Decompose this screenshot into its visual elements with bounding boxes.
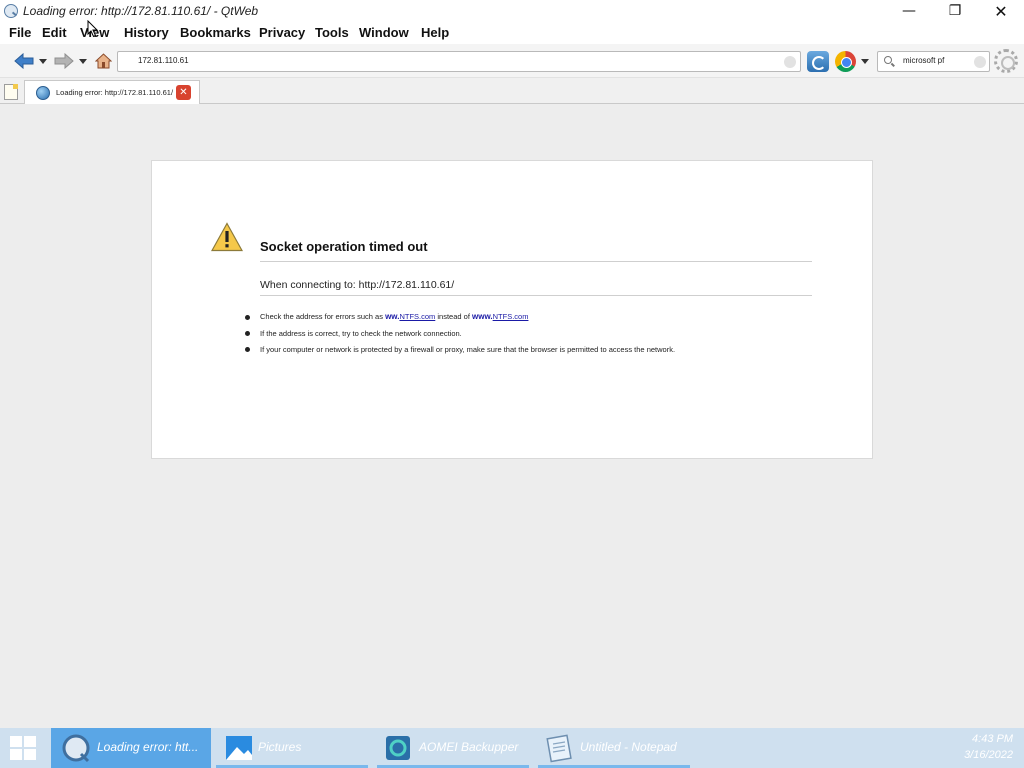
taskbar-label: AOMEI Backupper	[419, 740, 519, 754]
bullet	[245, 331, 250, 336]
example-link-wrong[interactable]: NTFS.com	[399, 312, 435, 321]
tip-check-address: Check the address for errors such as ww.…	[260, 312, 529, 321]
bullet	[245, 347, 250, 352]
reload-icon[interactable]	[807, 51, 829, 72]
window-title: Loading error: http://172.81.110.61/ - Q…	[23, 4, 259, 18]
menu-window[interactable]: Window	[359, 25, 409, 40]
address-bar[interactable]: 172.81.110.61	[117, 51, 801, 72]
back-arrow-icon[interactable]	[14, 53, 34, 69]
menu-tools[interactable]: Tools	[315, 25, 349, 40]
tip-firewall: If your computer or network is protected…	[260, 345, 676, 354]
taskbar-item-notepad[interactable]: Untitled - Notepad	[538, 728, 690, 768]
taskbar-item-pictures[interactable]: Pictures	[216, 728, 368, 768]
error-title: Socket operation timed out	[260, 239, 428, 254]
maximize-button[interactable]: ❐	[932, 0, 978, 22]
forward-history-dropdown-icon[interactable]	[79, 59, 87, 64]
error-connecting-text: When connecting to: http://172.81.110.61…	[260, 279, 455, 291]
qtweb-icon	[62, 734, 90, 763]
pictures-folder-icon	[226, 736, 252, 760]
qtweb-app-icon[interactable]	[4, 4, 18, 18]
address-text: 172.81.110.61	[138, 56, 189, 65]
tab-close-icon[interactable]: ✕	[176, 85, 191, 100]
search-box[interactable]: microsoft pf	[877, 51, 990, 72]
settings-gear-icon[interactable]	[994, 49, 1018, 73]
aomei-backupper-icon	[386, 736, 410, 760]
windows-start-icon[interactable]	[10, 736, 37, 760]
example-link-correct[interactable]: NTFS.com	[493, 312, 529, 321]
close-window-button[interactable]: ✕	[978, 0, 1024, 22]
menu-history[interactable]: History	[124, 25, 169, 40]
menu-help[interactable]: Help	[421, 25, 449, 40]
menu-file[interactable]: File	[9, 25, 31, 40]
taskbar-item-qtweb[interactable]: Loading error: htt...	[51, 728, 211, 768]
search-engine-dropdown-icon[interactable]	[861, 59, 869, 64]
taskbar-label: Loading error: htt...	[97, 740, 199, 754]
minimize-button[interactable]: —	[886, 0, 932, 22]
search-text: microsoft pf	[903, 56, 945, 65]
search-engine-icon[interactable]	[835, 51, 856, 72]
tab-label: Loading error: http://172.81.110.61/	[56, 88, 174, 97]
divider	[260, 295, 812, 296]
taskbar-item-aomei[interactable]: AOMEI Backupper	[377, 728, 529, 768]
menu-edit[interactable]: Edit	[42, 25, 67, 40]
notepad-icon	[546, 734, 572, 763]
home-icon[interactable]	[95, 53, 112, 69]
globe-icon	[36, 86, 50, 100]
error-panel	[151, 160, 873, 459]
search-clear-icon[interactable]	[974, 56, 986, 68]
new-tab-icon[interactable]	[4, 84, 18, 100]
menu-privacy[interactable]: Privacy	[259, 25, 305, 40]
clock-time: 4:43 PM	[972, 733, 1013, 745]
tab-loading-error[interactable]: Loading error: http://172.81.110.61/ ✕	[24, 80, 200, 104]
menu-bookmarks[interactable]: Bookmarks	[180, 25, 251, 40]
divider	[260, 261, 812, 262]
clock-date: 3/16/2022	[964, 749, 1013, 761]
address-clear-icon[interactable]	[784, 56, 796, 68]
mouse-cursor-icon	[87, 20, 99, 38]
forward-arrow-icon[interactable]	[54, 53, 74, 69]
taskbar-label: Pictures	[258, 740, 302, 754]
warning-icon	[211, 222, 243, 252]
title-bar: Loading error: http://172.81.110.61/ - Q…	[0, 0, 1024, 22]
bullet	[245, 315, 250, 320]
back-history-dropdown-icon[interactable]	[39, 59, 47, 64]
menu-bar: File Edit View History Bookmarks Privacy…	[0, 22, 1024, 44]
system-clock[interactable]: 4:43 PM 3/16/2022	[964, 731, 1013, 763]
tip-check-network: If the address is correct, try to check …	[260, 329, 462, 338]
search-icon	[884, 56, 892, 64]
taskbar-label: Untitled - Notepad	[580, 740, 677, 754]
